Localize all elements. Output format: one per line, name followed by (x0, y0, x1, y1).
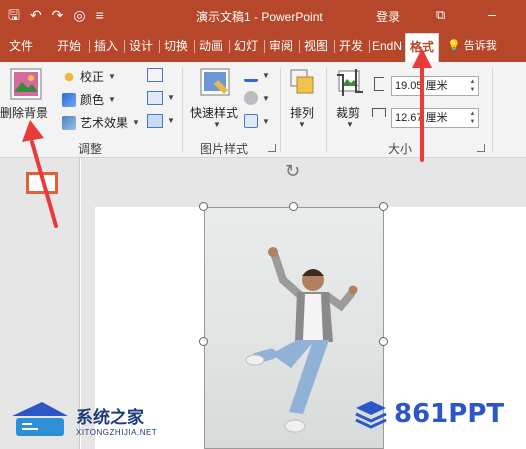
tab-home[interactable]: 开始 (52, 30, 86, 62)
resize-handle-left[interactable] (199, 337, 208, 346)
slide-thumbnail[interactable] (26, 172, 58, 194)
corrections-button[interactable]: 校正 ▼ (62, 68, 116, 85)
lightbulb-icon: 💡 (447, 40, 461, 52)
redo-icon[interactable]: ↷ (52, 5, 64, 25)
rotate-handle-icon[interactable]: ↻ (285, 162, 303, 180)
watermark-861ppt: 861PPT (354, 398, 504, 430)
effects-icon (244, 91, 258, 105)
quick-styles-button[interactable]: 快速样式 ▼ (188, 66, 244, 132)
tab-design[interactable]: 设计 (126, 30, 156, 62)
artistic-effects-button[interactable]: 艺术效果 ▼ (62, 114, 140, 131)
crop-button[interactable]: 裁剪 ▼ (332, 66, 368, 132)
ribbon-format: 删除背景 校正 ▼ 颜色 ▼ 艺术效果 ▼ ▼ ▼ 调整 快速样式 ▼ ▼ ▼ (0, 62, 526, 158)
color-icon (62, 92, 76, 107)
arrange-icon (290, 69, 314, 94)
tab-review[interactable]: 审阅 (266, 30, 296, 62)
chevron-down-icon[interactable]: ▼ (167, 93, 175, 102)
minimize-icon[interactable]: – (488, 6, 496, 22)
crop-icon (337, 69, 363, 96)
remove-background-label: 删除背景 (0, 106, 49, 120)
reset-picture-icon[interactable] (147, 114, 163, 128)
resize-handle-top[interactable] (289, 202, 298, 211)
window-title: 演示文稿1 - PowerPoint (196, 10, 323, 24)
tell-me-search[interactable]: 💡 告诉我 (447, 30, 497, 62)
title-bar: 🖫 ↶ ↷ ◎ ≡ 演示文稿1 - PowerPoint 登录 ⧉ – (0, 0, 526, 30)
arrange-label: 排列 (290, 106, 315, 120)
xitongzhijia-logo-icon (12, 402, 68, 436)
quick-styles-icon (200, 68, 230, 96)
chevron-down-icon: ▼ (108, 95, 116, 104)
remove-background-icon (10, 68, 42, 100)
start-slideshow-icon[interactable]: ◎ (73, 5, 85, 25)
picture-layout-button[interactable]: ▼ (244, 114, 270, 128)
tab-developer[interactable]: 开发 (336, 30, 366, 62)
quick-access-toolbar: 🖫 ↶ ↷ ◎ ≡ (8, 5, 104, 25)
picture-effects-button[interactable]: ▼ (244, 91, 270, 105)
chevron-down-icon: ▼ (108, 72, 116, 81)
tab-slideshow[interactable]: 幻灯 (231, 30, 261, 62)
resize-handle-top-left[interactable] (199, 202, 208, 211)
crop-label: 裁剪 (336, 106, 361, 120)
spinner-icon[interactable]: ▲ ▼ (468, 78, 477, 94)
remove-background-button[interactable]: 删除背景 (0, 66, 50, 128)
color-button[interactable]: 颜色 ▼ (62, 91, 116, 108)
width-input[interactable]: 12.67 厘米 ▲ ▼ (391, 108, 479, 128)
arrange-button[interactable]: 排列 ▼ (284, 66, 320, 132)
artistic-effects-icon (62, 115, 76, 130)
ribbon-display-options-icon[interactable]: ⧉ (436, 7, 445, 23)
undo-icon[interactable]: ↶ (30, 5, 42, 25)
chevron-down-icon: ▼ (262, 116, 270, 126)
layers-logo-icon (355, 401, 387, 429)
spinner-icon[interactable]: ▲ ▼ (468, 110, 477, 126)
chevron-down-icon: ▼ (262, 70, 270, 80)
chevron-down-icon[interactable]: ▼ (167, 116, 175, 125)
pen-icon (244, 68, 258, 82)
quick-styles-label: 快速样式 (190, 106, 239, 120)
chevron-down-icon: ▼ (262, 93, 270, 103)
tab-file[interactable]: 文件 (4, 30, 38, 62)
tab-transitions[interactable]: 切换 (161, 30, 191, 62)
compress-pictures-icon[interactable] (147, 68, 163, 82)
tab-endnote[interactable]: EndN (371, 30, 403, 62)
group-label-picture-styles: 图片样式 (200, 142, 249, 156)
sun-icon (62, 69, 76, 84)
picture-border-button[interactable]: ▼ (244, 68, 270, 82)
resize-handle-top-right[interactable] (379, 202, 388, 211)
tab-format[interactable]: 格式 (405, 33, 439, 62)
picture-styles-dialog-launcher-icon[interactable] (268, 144, 276, 152)
resize-handle-right[interactable] (379, 337, 388, 346)
chevron-down-icon: ▼ (213, 120, 221, 129)
chevron-down-icon: ▼ (132, 118, 140, 127)
layout-icon (244, 114, 258, 128)
save-icon[interactable]: 🖫 (8, 5, 20, 25)
ribbon-tab-bar: 文件 开始 插入 设计 切换 动画 幻灯 审阅 视图 开发 EndN 格式 💡 … (0, 30, 526, 62)
size-dialog-launcher-icon[interactable] (477, 144, 485, 152)
watermark-xitongzhijia: 系统之家 XITONGZHIJIA.NET (8, 398, 157, 442)
group-label-size: 大小 (388, 142, 413, 156)
tab-view[interactable]: 视图 (301, 30, 331, 62)
height-input[interactable]: 19.05 厘米 ▲ ▼ (391, 76, 479, 96)
change-picture-icon[interactable] (147, 91, 163, 105)
tab-animations[interactable]: 动画 (196, 30, 226, 62)
group-label-adjust: 调整 (78, 142, 103, 156)
customize-qat-icon[interactable]: ≡ (96, 5, 104, 25)
login-button[interactable]: 登录 (376, 8, 400, 25)
tab-insert[interactable]: 插入 (91, 30, 121, 62)
chevron-down-icon: ▼ (346, 120, 354, 129)
height-icon (374, 77, 384, 91)
chevron-down-icon: ▼ (298, 120, 306, 129)
width-icon (372, 108, 386, 117)
